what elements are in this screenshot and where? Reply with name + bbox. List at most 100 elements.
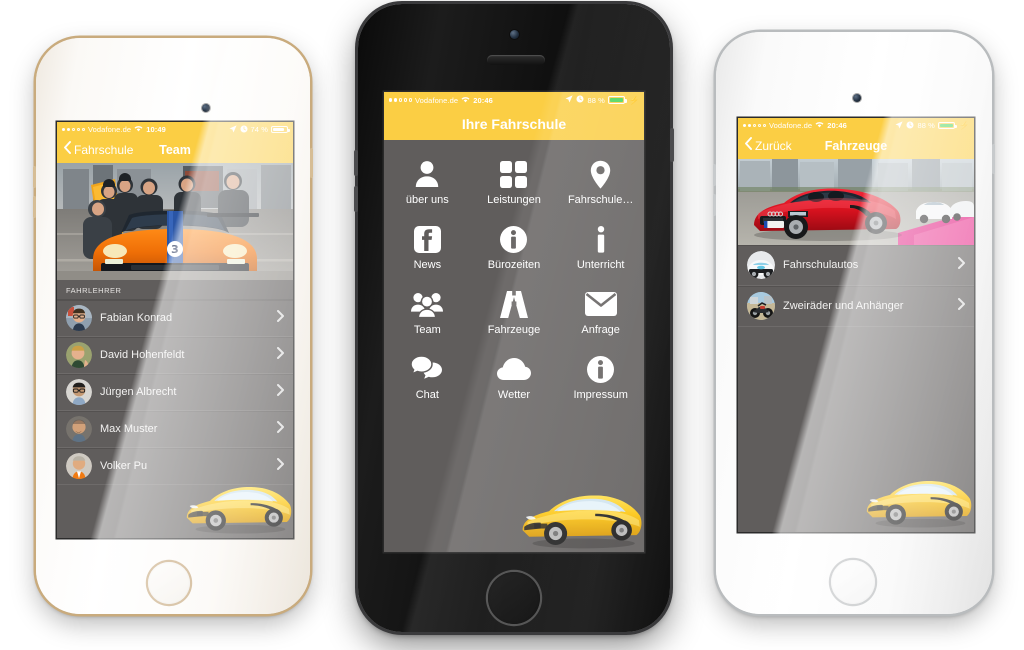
menu-item-fahrschule[interactable]: Fahrschule… [557, 150, 644, 215]
battery-icon [607, 96, 627, 104]
list-item-label: David Hohenfeldt [100, 349, 185, 361]
charging-bolt-icon: ⚡ [958, 121, 969, 130]
section-header-fahrlehrer: FAHRLEHRER [57, 280, 293, 300]
status-time: 20:46 [827, 121, 847, 130]
menu-item-buerozeiten[interactable]: Bürozeiten [471, 215, 558, 280]
list-item-label: Zweiräder und Anhänger [783, 300, 904, 312]
chevron-right-icon [277, 309, 284, 327]
menu-item-fahrzeuge[interactable]: Fahrzeuge [471, 280, 558, 345]
menu-item-wetter[interactable]: Wetter [471, 345, 558, 410]
chevron-right-icon [958, 256, 965, 274]
page-title: Ihre Fahrschule [461, 116, 567, 132]
power-button[interactable] [670, 128, 674, 162]
phone-left-screen: Vodafone.de 10:49 74 % Fahrschule Team 3… [57, 122, 293, 538]
charging-bolt-icon: ⚡ [628, 95, 639, 105]
menu-item-anfrage[interactable]: Anfrage [557, 280, 644, 345]
list-item[interactable]: Fabian Konrad [57, 300, 293, 337]
list-item[interactable]: Zweiräder und Anhänger [738, 286, 974, 327]
list-item[interactable]: Max Muster [57, 411, 293, 448]
list-item-label: Fabian Konrad [100, 312, 173, 324]
menu-item-label: Unterricht [576, 259, 625, 271]
chevron-right-icon [277, 346, 284, 364]
grid-squares-icon [500, 159, 528, 189]
phone-right: Vodafone.de 20:46 88 % ⚡ Zurück Fahrzeug… [713, 32, 995, 614]
avatar [66, 305, 92, 331]
status-time: 20:46 [473, 95, 493, 105]
ferrari-overlay-image [181, 477, 293, 538]
carrier-name: Vodafone.de [768, 121, 813, 130]
menu-item-label: Fahrschule… [567, 194, 634, 206]
menu-item-team[interactable]: Team [384, 280, 471, 345]
menu-item-impressum[interactable]: Impressum [557, 345, 644, 410]
list-item[interactable]: Volker Pu [57, 448, 293, 485]
avatar [66, 342, 92, 368]
phone-center: Vodafone.de 20:46 88 % ⚡ Ihre Fahrschule… [354, 4, 674, 632]
hero-image-race-car: 3 [57, 163, 293, 280]
navigation-bar: Zurück Fahrzeuge [738, 133, 974, 159]
hero-image-red-audi [738, 159, 974, 245]
menu-item-ueber-uns[interactable]: über uns [384, 150, 471, 215]
back-button[interactable]: Zurück [744, 137, 792, 155]
status-bar-right: 74 % [228, 124, 290, 135]
chevron-left-icon [744, 137, 752, 155]
person-icon [414, 159, 440, 189]
speech-bubbles-icon [411, 354, 443, 384]
earpiece-speaker [487, 55, 545, 65]
volume-down-button[interactable] [713, 194, 716, 216]
power-button[interactable] [310, 148, 313, 178]
chevron-right-icon [277, 383, 284, 401]
chevron-right-icon [958, 297, 965, 315]
menu-item-unterricht[interactable]: Unterricht [557, 215, 644, 280]
menu-item-chat[interactable]: Chat [384, 345, 471, 410]
back-button[interactable]: Fahrschule [63, 141, 133, 159]
volume-up-button[interactable] [713, 164, 716, 186]
chevron-left-icon [63, 141, 71, 159]
phones-showcase: Vodafone.de 10:49 74 % Fahrschule Team 3… [0, 0, 1024, 650]
envelope-icon [584, 289, 617, 319]
power-button[interactable] [992, 144, 995, 174]
front-camera [853, 94, 861, 102]
status-bar-left: Vodafone.de 10:49 [62, 125, 166, 134]
list-item[interactable]: Jürgen Albrecht [57, 374, 293, 411]
status-bar-right: 88 % ⚡ [565, 95, 639, 105]
list-item[interactable]: Fahrschulautos [738, 245, 974, 286]
home-button[interactable] [831, 560, 875, 604]
alarm-clock-icon [576, 95, 584, 105]
signal-strength-dots [389, 98, 412, 102]
ferrari-overlay-image [861, 471, 974, 532]
status-bar-right: 88 % ⚡ [895, 120, 969, 131]
menu-item-news[interactable]: News [384, 215, 471, 280]
volume-down-button[interactable] [354, 186, 358, 212]
map-pin-icon [590, 159, 611, 189]
home-button[interactable] [488, 572, 540, 624]
chevron-right-icon [277, 420, 284, 438]
menu-item-label: Fahrzeuge [487, 324, 541, 336]
status-bar: Vodafone.de 20:46 88 % ⚡ [738, 118, 974, 133]
alarm-clock-icon [906, 120, 914, 131]
menu-item-leistungen[interactable]: Leistungen [471, 150, 558, 215]
wifi-icon [461, 96, 470, 105]
status-bar: Vodafone.de 20:46 88 % ⚡ [384, 92, 644, 108]
main-menu-grid: über uns Leistungen Fahrschule… News Bür… [384, 140, 644, 410]
instructor-list: Fabian Konrad David Hohenfeldt Jürgen Al… [57, 300, 293, 485]
front-camera [510, 30, 519, 39]
phone-center-screen: Vodafone.de 20:46 88 % ⚡ Ihre Fahrschule… [384, 92, 644, 552]
info-letter-icon [595, 224, 607, 254]
menu-item-label: Impressum [573, 389, 628, 401]
menu-item-label: News [413, 259, 442, 271]
home-button[interactable] [148, 562, 190, 604]
status-bar: Vodafone.de 10:49 74 % [57, 122, 293, 137]
wifi-icon [134, 125, 143, 134]
volume-up-button[interactable] [354, 150, 358, 176]
signal-strength-dots [62, 127, 85, 132]
battery-percent-label: 88 % [587, 95, 605, 105]
back-button-label: Zurück [755, 139, 792, 153]
navigation-bar: Fahrschule Team [57, 137, 293, 163]
menu-item-label: Team [413, 324, 441, 336]
menu-item-label: Chat [415, 389, 439, 401]
avatar [747, 292, 775, 320]
volume-up-button[interactable] [33, 166, 36, 188]
list-item[interactable]: David Hohenfeldt [57, 337, 293, 374]
chevron-right-icon [277, 457, 284, 475]
volume-down-button[interactable] [33, 196, 36, 218]
